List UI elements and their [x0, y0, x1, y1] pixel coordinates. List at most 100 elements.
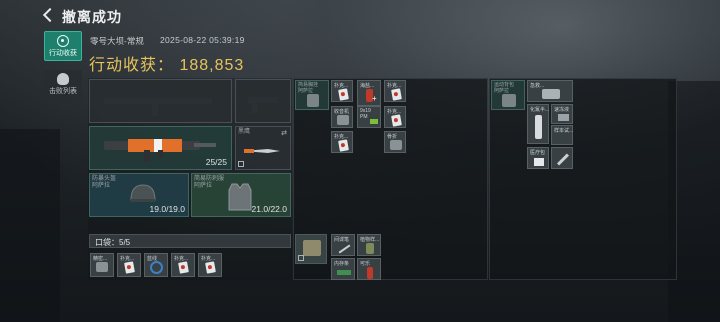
tab-loot[interactable]: 行动收获	[44, 31, 82, 61]
playing-cards-icon	[178, 261, 189, 274]
syringe-icon	[556, 153, 570, 166]
primary-weapon-slot-empty[interactable]	[89, 79, 232, 123]
item-label: 速冻液	[554, 107, 570, 113]
playing-cards-icon	[391, 88, 402, 101]
chest-rig-label: 简易胸挂 阿萨拉	[298, 82, 319, 94]
armor-vest-icon	[228, 183, 252, 211]
rig-item[interactable]: 扑克...	[331, 80, 353, 102]
target-icon	[57, 35, 69, 47]
pocket-item[interactable]: 扑克...	[117, 253, 141, 277]
playing-cards-icon	[124, 261, 135, 274]
knife-icon	[244, 149, 280, 153]
backpack-icon	[303, 240, 321, 256]
earnings-label: 行动收获：	[89, 57, 175, 74]
item-label: 医疗包	[530, 150, 546, 156]
sport-bag-slot[interactable]: 运动背包 阿萨拉	[491, 80, 525, 110]
freeze-liquid-icon	[558, 114, 569, 121]
ammo-count: 25/25	[205, 157, 227, 167]
rig-item[interactable]: 海盐... +	[357, 80, 381, 106]
timestamp: 2025-08-22 05:39:19	[160, 35, 245, 45]
rifle-stock-icon	[152, 102, 158, 116]
primary-weapon-slot[interactable]: 25/25	[89, 126, 232, 170]
case-item[interactable]: 样本试...	[551, 125, 573, 145]
blue-wire-icon	[150, 261, 163, 274]
tab-label: 击败列表	[49, 88, 77, 95]
rig-item[interactable]: 骨折	[384, 131, 406, 153]
armor-label: 简易防刺服 阿萨拉	[194, 176, 225, 189]
chest-rig-slot[interactable]: 简易胸挂 阿萨拉	[295, 80, 329, 110]
backpack-item[interactable]: 间谍笔	[331, 234, 355, 256]
back-arrow-icon[interactable]	[42, 9, 54, 21]
helmet-slot[interactable]: 防暴头盔 阿萨拉 19.0/19.0	[89, 173, 189, 217]
armor-durability: 21.0/22.0	[251, 204, 287, 214]
swap-icon[interactable]: ⇄	[281, 129, 287, 137]
rig-item[interactable]: 收音机	[331, 106, 353, 128]
helmet-durability: 19.0/19.0	[149, 204, 185, 214]
earnings-value: 188,853	[179, 57, 245, 74]
item-label: 收音机	[334, 109, 350, 115]
smg-icon	[104, 139, 216, 162]
plant-sample-icon	[366, 243, 374, 254]
case-item[interactable]: 化氟半...	[527, 104, 549, 144]
background-silhouette	[0, 128, 60, 322]
item-label: 样本试...	[554, 128, 574, 134]
case-item[interactable]: 医疗包	[527, 147, 549, 169]
precision-part-icon	[96, 262, 108, 272]
armor-slot[interactable]: 简易防刺服 阿萨拉 21.0/22.0	[191, 173, 291, 217]
case-item[interactable]: 急救...	[527, 80, 573, 102]
radio-icon	[337, 115, 349, 125]
case-item[interactable]	[551, 147, 573, 169]
sport-bag-label: 运动背包 阿萨拉	[494, 82, 515, 94]
chest-rig-icon	[307, 94, 319, 107]
plus-icon: +	[372, 94, 377, 103]
expand-icon[interactable]	[238, 161, 244, 167]
map-mode: 零号大坝-常规	[90, 36, 144, 46]
item-label: 植物样...	[360, 237, 380, 243]
pocket-label: 口袋：	[95, 238, 119, 247]
melee-slot[interactable]: 黑鹰 ⇄	[235, 126, 291, 170]
item-label: 可乐	[360, 261, 371, 267]
spy-pen-icon	[338, 244, 351, 254]
case-item[interactable]: 速冻液	[551, 104, 573, 124]
skull-icon	[57, 73, 69, 85]
earnings: 行动收获： 188,853	[89, 51, 244, 75]
pocket-count: 5/5	[119, 238, 131, 247]
backpack-item[interactable]: 内存条	[331, 258, 355, 280]
playing-cards-icon	[205, 261, 216, 274]
item-label: 急救...	[530, 83, 545, 89]
rig-item[interactable]: 扑克...	[331, 131, 353, 153]
memory-stick-icon	[337, 270, 351, 275]
sport-bag-icon	[502, 94, 516, 107]
pocket-title: 口袋：5/5	[95, 237, 130, 248]
item-label: 骨折	[387, 134, 398, 140]
pocket-item[interactable]: 扑克...	[171, 253, 195, 277]
playing-cards-icon	[338, 139, 349, 152]
rig-item[interactable]: 扑克...	[384, 106, 406, 128]
item-label: 间谍笔	[334, 237, 350, 243]
pocket-item[interactable]: 精密...	[90, 253, 114, 277]
pistol-grip-icon	[252, 101, 258, 113]
item-label: 内存条	[334, 261, 350, 267]
backpack-slot[interactable]	[295, 234, 327, 264]
bone-item-icon	[390, 140, 402, 150]
rig-item[interactable]: 9x19 PM	[357, 106, 381, 128]
backpack-item[interactable]: 可乐	[357, 258, 381, 280]
playing-cards-icon	[391, 114, 402, 127]
pocket-item[interactable]: 蓝线	[144, 253, 168, 277]
expand-icon[interactable]	[298, 255, 304, 261]
tab-kill-list[interactable]: 击败列表	[44, 70, 82, 100]
rifle-silhouette-icon	[104, 98, 212, 104]
pocket-item[interactable]: 扑克...	[198, 253, 222, 277]
chemical-bottle-icon	[535, 115, 542, 139]
tab-label: 行动收获	[49, 50, 77, 57]
item-label: 海盐...	[360, 83, 375, 89]
first-aid-icon	[542, 89, 560, 99]
pistol-slot-empty[interactable]	[235, 79, 291, 123]
item-label: 化氟半...	[530, 107, 550, 113]
page-title: 撤离成功	[62, 9, 122, 25]
backpack-item[interactable]: 植物样...	[357, 234, 381, 256]
pocket-header: 口袋：5/5	[89, 234, 291, 248]
medkit-icon	[534, 158, 544, 166]
rig-item[interactable]: 扑克...	[384, 80, 406, 102]
cola-can-icon	[367, 267, 373, 279]
